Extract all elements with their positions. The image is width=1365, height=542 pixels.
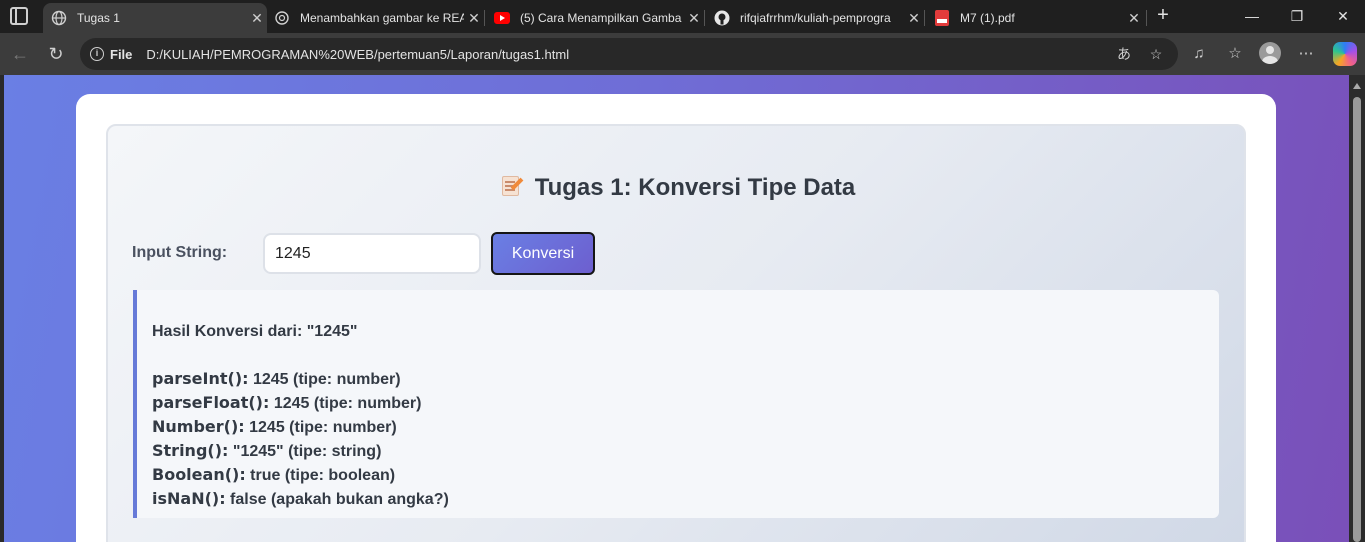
result-row-isnan: isNaN(): false (apakah bukan angka?) xyxy=(152,487,1219,511)
tab-title: M7 (1).pdf xyxy=(960,11,1015,25)
memo-icon xyxy=(501,174,524,198)
tab-pdf[interactable]: M7 (1).pdf ✕ xyxy=(926,3,1144,33)
result-function-name: String(): xyxy=(152,441,229,460)
tab-actions-icon[interactable] xyxy=(10,7,28,25)
tab-strip: Tugas 1 ✕ Menambahkan gambar ke REA ✕ (5… xyxy=(0,0,1365,33)
window-close-icon[interactable]: ✕ xyxy=(1333,8,1353,25)
page-title-text: Tugas 1: Konversi Tipe Data xyxy=(534,174,856,201)
tab-github[interactable]: rifqiafrrhm/kuliah-pemprogra ✕ xyxy=(706,3,924,33)
tab-title: rifqiafrrhm/kuliah-pemprogra xyxy=(740,11,891,25)
browser-toolbar: ← ↻ i File D:/KULIAH/PEMROGRAMAN%20WEB/p… xyxy=(0,33,1365,75)
more-options-icon[interactable]: ⋯ xyxy=(1295,43,1317,65)
info-icon[interactable]: i xyxy=(90,47,104,61)
page-viewport: Tugas 1: Konversi Tipe Data Input String… xyxy=(0,75,1365,542)
tab-title: Tugas 1 xyxy=(77,11,120,25)
konversi-button[interactable]: Konversi xyxy=(491,232,595,275)
result-row-parsefloat: parseFloat(): 1245 (tipe: number) xyxy=(152,391,1219,415)
input-string-label: Input String: xyxy=(132,244,228,261)
result-value: "1245" (tipe: string) xyxy=(228,443,382,460)
result-function-name: parseInt(): xyxy=(152,369,249,388)
reload-icon[interactable]: ↻ xyxy=(44,42,68,66)
close-tab-icon[interactable]: ✕ xyxy=(247,10,267,27)
tab-title: (5) Cara Menampilkan Gamba xyxy=(520,11,682,25)
tab-tugas-1[interactable]: Tugas 1 ✕ xyxy=(43,3,267,33)
tab-title: Menambahkan gambar ke REA xyxy=(300,11,464,25)
container-card: Tugas 1: Konversi Tipe Data Input String… xyxy=(76,94,1276,542)
input-string-field[interactable] xyxy=(263,233,481,274)
favorite-star-icon[interactable]: ☆ xyxy=(1146,46,1166,63)
result-value: 1245 (tipe: number) xyxy=(269,395,422,412)
youtube-icon xyxy=(494,10,510,26)
globe-icon xyxy=(51,10,67,26)
result-box: Hasil Konversi dari: "1245" parseInt(): … xyxy=(133,290,1219,518)
profile-avatar[interactable] xyxy=(1259,42,1281,64)
page-title: Tugas 1: Konversi Tipe Data xyxy=(108,174,1248,202)
favorites-icon[interactable]: ☆ xyxy=(1224,43,1246,65)
result-value: 1245 (tipe: number) xyxy=(248,371,401,388)
scroll-up-arrow-icon[interactable] xyxy=(1353,83,1361,89)
read-aloud-icon[interactable]: あ xyxy=(1114,44,1134,64)
result-row-number: Number(): 1245 (tipe: number) xyxy=(152,415,1219,439)
result-function-name: Boolean(): xyxy=(152,465,246,484)
tab-separator xyxy=(704,10,705,26)
tab-separator xyxy=(924,10,925,26)
result-row-parseint: parseInt(): 1245 (tipe: number) xyxy=(152,367,1219,391)
github-icon xyxy=(714,10,730,26)
result-function-name: isNaN(): xyxy=(152,489,226,508)
tab-separator xyxy=(484,10,485,26)
close-tab-icon[interactable]: ✕ xyxy=(684,10,704,27)
result-function-name: parseFloat(): xyxy=(152,393,270,412)
result-function-name: Number(): xyxy=(152,417,245,436)
copilot-icon[interactable] xyxy=(1333,42,1357,66)
address-bar[interactable]: i File D:/KULIAH/PEMROGRAMAN%20WEB/perte… xyxy=(80,38,1178,70)
close-tab-icon[interactable]: ✕ xyxy=(904,10,924,27)
restore-icon[interactable]: ❐ xyxy=(1287,8,1307,25)
close-tab-icon[interactable]: ✕ xyxy=(1124,10,1144,27)
url-text[interactable]: D:/KULIAH/PEMROGRAMAN%20WEB/pertemuan5/L… xyxy=(146,47,1114,62)
tab-youtube[interactable]: (5) Cara Menampilkan Gamba ✕ xyxy=(486,3,704,33)
close-tab-icon[interactable]: ✕ xyxy=(464,10,484,27)
result-row-boolean: Boolean(): true (tipe: boolean) xyxy=(152,463,1219,487)
browser-essentials-icon[interactable]: ♫ xyxy=(1188,43,1210,65)
new-tab-icon[interactable]: + xyxy=(1153,5,1173,25)
result-value: false (apakah bukan angka?) xyxy=(225,491,449,508)
result-value: true (tipe: boolean) xyxy=(245,467,396,484)
scrollbar-thumb[interactable] xyxy=(1353,97,1361,542)
result-row-string: String(): "1245" (tipe: string) xyxy=(152,439,1219,463)
pdf-icon xyxy=(934,10,950,26)
result-title: Hasil Konversi dari: "1245" xyxy=(152,323,358,340)
minimize-icon[interactable]: — xyxy=(1242,8,1262,24)
result-value: 1245 (tipe: number) xyxy=(244,419,397,436)
tab-separator xyxy=(1146,10,1147,26)
back-icon[interactable]: ← xyxy=(8,42,32,66)
file-chip: File xyxy=(110,46,133,62)
task-panel: Tugas 1: Konversi Tipe Data Input String… xyxy=(106,124,1246,542)
tab-chatgpt[interactable]: Menambahkan gambar ke REA ✕ xyxy=(266,3,484,33)
chatgpt-icon xyxy=(274,10,290,26)
vertical-scrollbar[interactable] xyxy=(1349,75,1365,542)
